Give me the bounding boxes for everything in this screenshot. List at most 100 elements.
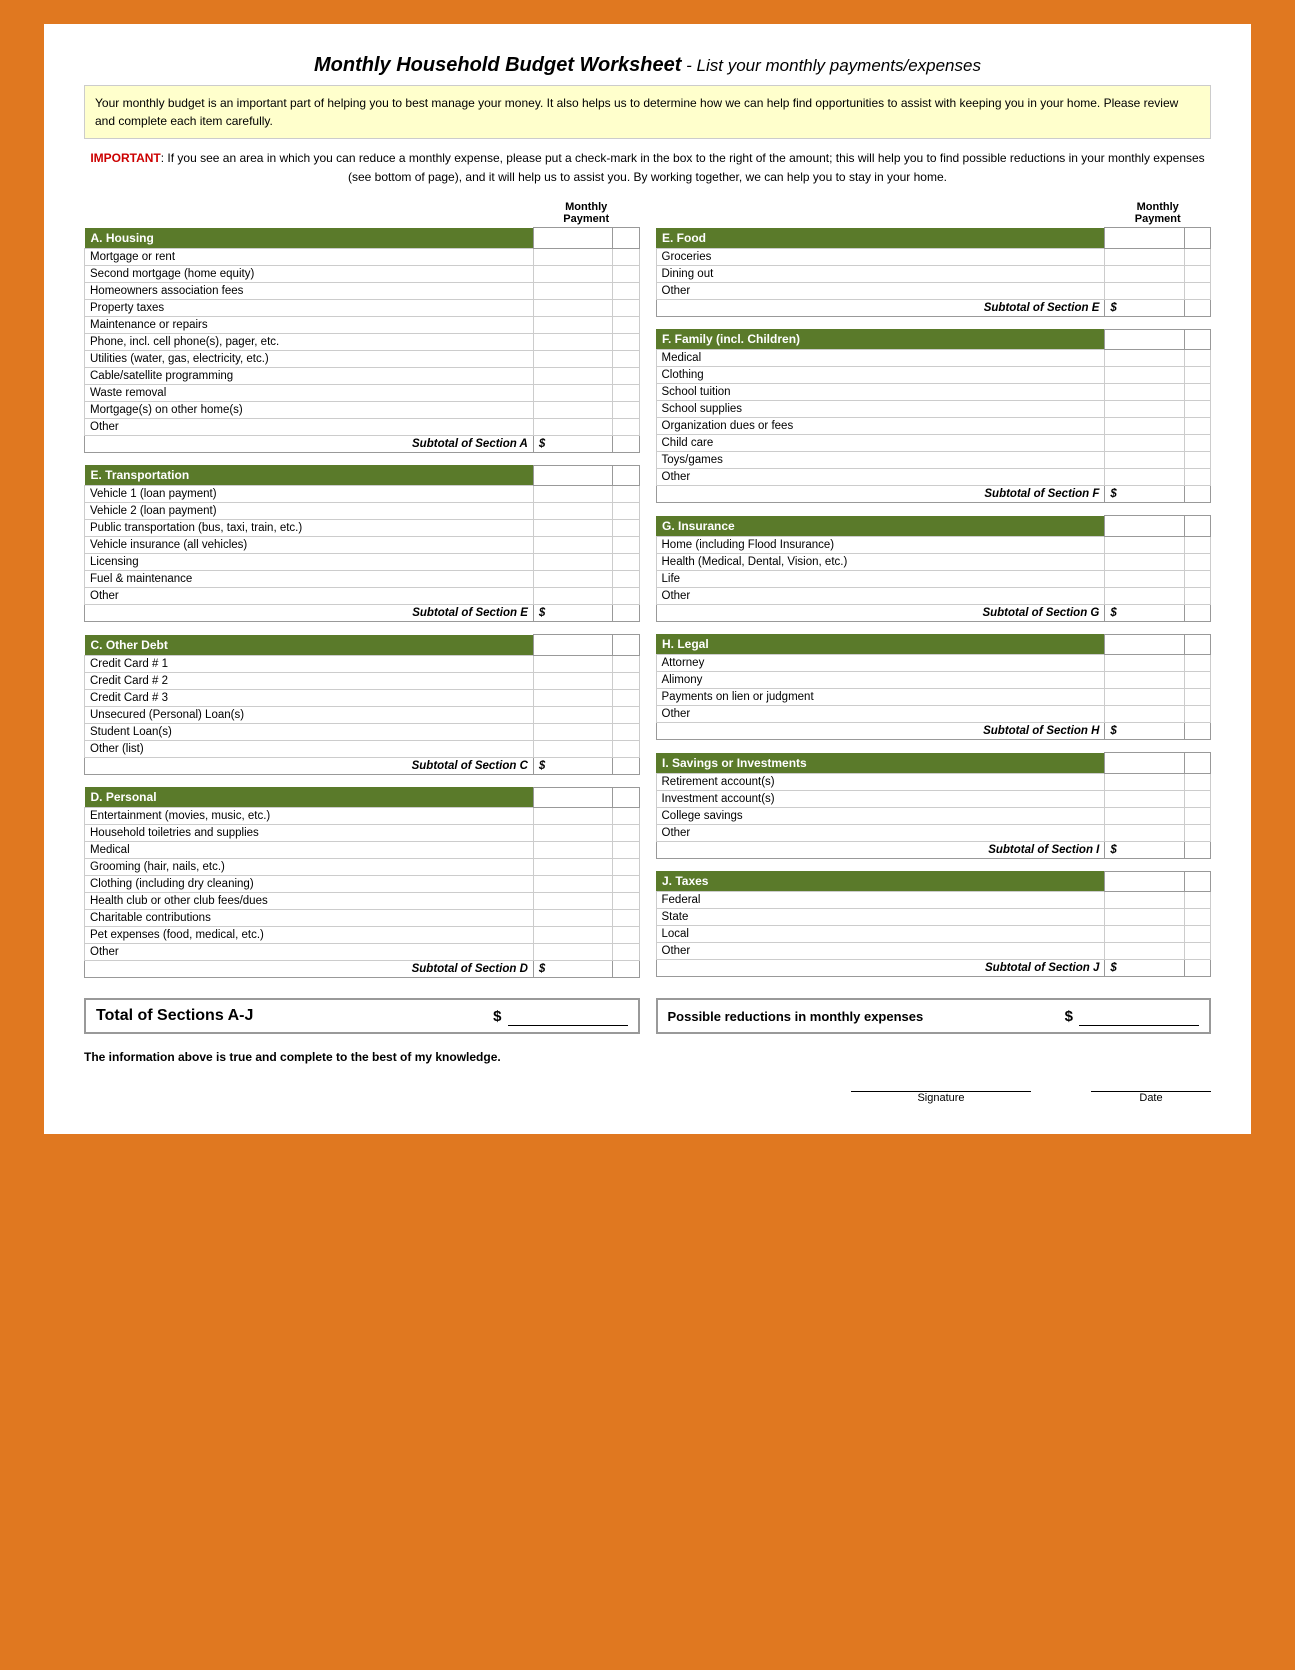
check-cell[interactable] <box>613 706 639 723</box>
check-cell[interactable] <box>1184 926 1210 943</box>
check-cell[interactable] <box>613 384 639 401</box>
amount-cell[interactable] <box>533 554 612 571</box>
check-cell[interactable] <box>1184 790 1210 807</box>
amount-cell[interactable] <box>533 418 612 435</box>
amount-cell[interactable] <box>1105 384 1184 401</box>
check-cell[interactable] <box>613 808 639 825</box>
check-cell[interactable] <box>613 655 639 672</box>
amount-cell[interactable] <box>1105 807 1184 824</box>
check-cell[interactable] <box>1184 536 1210 553</box>
check-cell[interactable] <box>613 672 639 689</box>
amount-cell[interactable] <box>1105 909 1184 926</box>
amount-cell[interactable] <box>1105 435 1184 452</box>
amount-cell[interactable] <box>1105 469 1184 486</box>
amount-cell[interactable] <box>1105 926 1184 943</box>
amount-cell[interactable] <box>533 740 612 757</box>
check-cell[interactable] <box>1184 773 1210 790</box>
amount-cell[interactable] <box>533 689 612 706</box>
check-cell[interactable] <box>1184 909 1210 926</box>
check-cell[interactable] <box>1184 892 1210 909</box>
amount-cell[interactable] <box>533 333 612 350</box>
check-cell[interactable] <box>613 265 639 282</box>
amount-cell[interactable] <box>533 876 612 893</box>
check-cell[interactable] <box>613 401 639 418</box>
check-cell[interactable] <box>613 571 639 588</box>
date-line[interactable] <box>1091 1072 1211 1092</box>
amount-cell[interactable] <box>1105 790 1184 807</box>
reductions-amount-field[interactable] <box>1079 1006 1199 1026</box>
amount-cell[interactable] <box>533 571 612 588</box>
amount-cell[interactable] <box>1105 892 1184 909</box>
check-cell[interactable] <box>613 503 639 520</box>
amount-cell[interactable] <box>533 350 612 367</box>
check-cell[interactable] <box>1184 384 1210 401</box>
amount-cell[interactable] <box>533 503 612 520</box>
check-cell[interactable] <box>1184 469 1210 486</box>
amount-cell[interactable] <box>1105 553 1184 570</box>
amount-cell[interactable] <box>533 520 612 537</box>
check-cell[interactable] <box>1184 807 1210 824</box>
amount-cell[interactable] <box>533 723 612 740</box>
check-cell[interactable] <box>613 876 639 893</box>
check-cell[interactable] <box>1184 401 1210 418</box>
check-cell[interactable] <box>613 537 639 554</box>
amount-cell[interactable] <box>1105 943 1184 960</box>
amount-cell[interactable] <box>1105 689 1184 706</box>
check-cell[interactable] <box>613 333 639 350</box>
amount-cell[interactable] <box>533 282 612 299</box>
amount-cell[interactable] <box>533 944 612 961</box>
check-cell[interactable] <box>1184 587 1210 604</box>
check-cell[interactable] <box>613 248 639 265</box>
check-cell[interactable] <box>1184 452 1210 469</box>
amount-cell[interactable] <box>533 893 612 910</box>
amount-cell[interactable] <box>533 588 612 605</box>
amount-cell[interactable] <box>1105 282 1184 299</box>
check-cell[interactable] <box>1184 248 1210 265</box>
check-cell[interactable] <box>613 927 639 944</box>
check-cell[interactable] <box>613 554 639 571</box>
check-cell[interactable] <box>1184 570 1210 587</box>
check-cell[interactable] <box>613 588 639 605</box>
amount-cell[interactable] <box>533 842 612 859</box>
amount-cell[interactable] <box>533 808 612 825</box>
check-cell[interactable] <box>613 910 639 927</box>
amount-cell[interactable] <box>533 927 612 944</box>
check-cell[interactable] <box>1184 350 1210 367</box>
amount-cell[interactable] <box>533 672 612 689</box>
check-cell[interactable] <box>613 316 639 333</box>
check-cell[interactable] <box>613 367 639 384</box>
check-cell[interactable] <box>1184 265 1210 282</box>
check-cell[interactable] <box>613 418 639 435</box>
check-cell[interactable] <box>1184 553 1210 570</box>
check-cell[interactable] <box>613 893 639 910</box>
signature-line[interactable] <box>851 1072 1031 1092</box>
check-cell[interactable] <box>613 825 639 842</box>
amount-cell[interactable] <box>1105 824 1184 841</box>
amount-cell[interactable] <box>1105 401 1184 418</box>
check-cell[interactable] <box>1184 824 1210 841</box>
amount-cell[interactable] <box>1105 265 1184 282</box>
amount-cell[interactable] <box>533 367 612 384</box>
amount-cell[interactable] <box>533 486 612 503</box>
amount-cell[interactable] <box>1105 418 1184 435</box>
amount-cell[interactable] <box>1105 773 1184 790</box>
check-cell[interactable] <box>613 520 639 537</box>
check-cell[interactable] <box>1184 367 1210 384</box>
total-amount-field[interactable] <box>508 1006 628 1026</box>
amount-cell[interactable] <box>533 537 612 554</box>
amount-cell[interactable] <box>1105 706 1184 723</box>
amount-cell[interactable] <box>533 825 612 842</box>
check-cell[interactable] <box>613 723 639 740</box>
check-cell[interactable] <box>613 944 639 961</box>
amount-cell[interactable] <box>1105 587 1184 604</box>
amount-cell[interactable] <box>1105 248 1184 265</box>
amount-cell[interactable] <box>533 316 612 333</box>
check-cell[interactable] <box>613 486 639 503</box>
check-cell[interactable] <box>1184 435 1210 452</box>
check-cell[interactable] <box>613 299 639 316</box>
amount-cell[interactable] <box>533 384 612 401</box>
amount-cell[interactable] <box>533 401 612 418</box>
check-cell[interactable] <box>613 689 639 706</box>
amount-cell[interactable] <box>533 910 612 927</box>
amount-cell[interactable] <box>1105 452 1184 469</box>
